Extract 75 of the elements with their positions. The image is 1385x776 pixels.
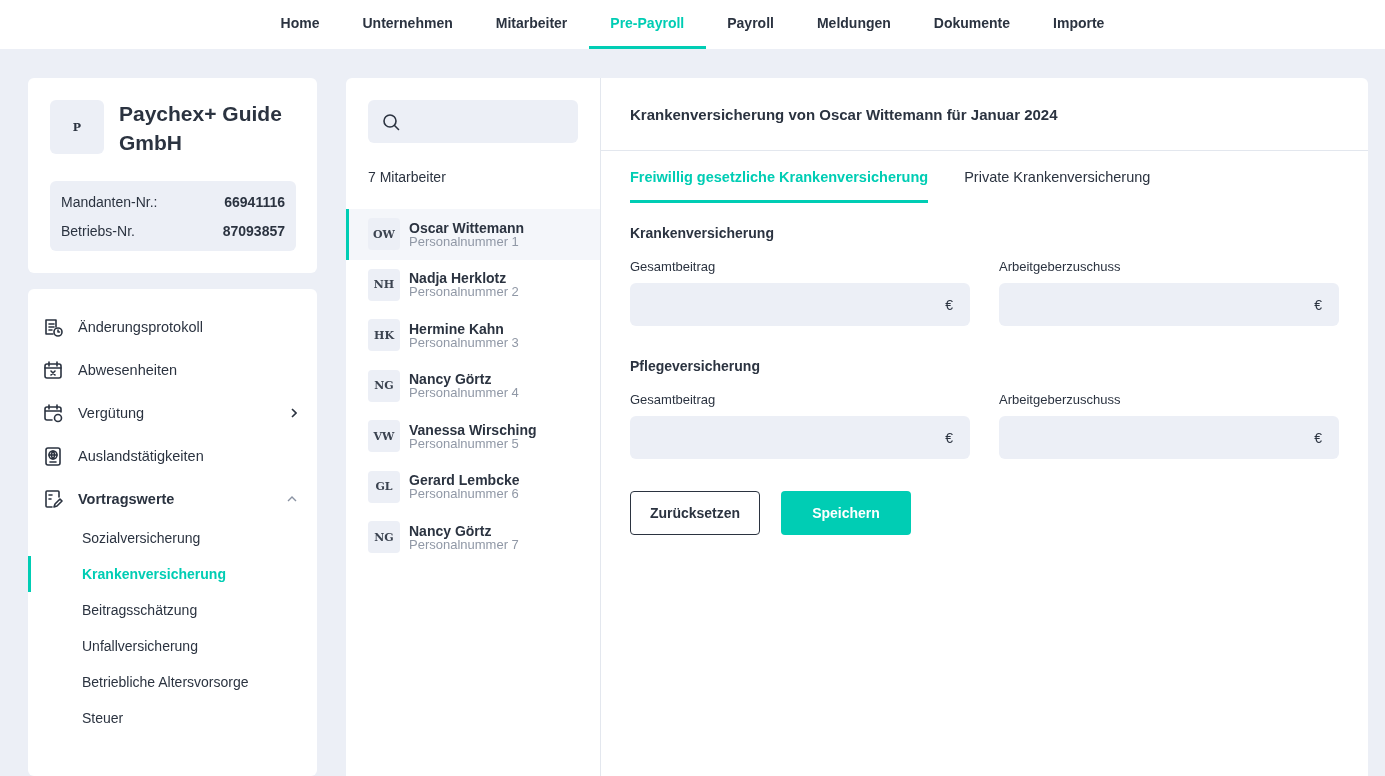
employee-item[interactable]: NG Nancy Görtz Personalnummer 7	[346, 512, 600, 563]
employee-name: Gerard Lembcke	[409, 473, 520, 488]
avatar: OW	[368, 218, 400, 251]
field-label: Arbeitgeberzuschuss	[999, 392, 1122, 407]
detail-value: 87093857	[222, 222, 285, 241]
chevron-right-icon	[291, 407, 297, 418]
nav-tab[interactable]: Home	[259, 0, 341, 49]
currency-unit: €	[945, 296, 953, 313]
input-field[interactable]: €	[999, 416, 1339, 459]
employee-name: Nancy Görtz	[409, 372, 492, 387]
avatar: GL	[368, 470, 400, 503]
employee-item[interactable]: GL Gerard Lembcke Personalnummer 6	[346, 461, 600, 512]
employee-item[interactable]: HK Hermine Kahn Personalnummer 3	[346, 310, 600, 361]
avatar: NG	[368, 521, 400, 554]
tab[interactable]: Private Krankenversicherung	[964, 151, 1151, 203]
input-field[interactable]: €	[999, 283, 1339, 326]
submenu-item[interactable]: Unfallversicherung	[28, 628, 317, 664]
nav-tab[interactable]: Meldungen	[795, 0, 913, 49]
company-name: Paychex+ Guide GmbH	[119, 101, 283, 156]
input-field[interactable]: €	[630, 283, 970, 326]
field-label: Arbeitgeberzuschuss	[999, 259, 1122, 274]
detail-value: 66941116	[224, 193, 285, 212]
employee-item[interactable]: NG Nancy Görtz Personalnummer 4	[346, 360, 600, 411]
nav-tab[interactable]: Unternehmen	[341, 0, 475, 49]
employee-number: Personalnummer 1	[409, 234, 520, 248]
detail-label: Mandanten-Nr.:	[61, 193, 158, 212]
sidebar-item[interactable]: Vortragswerte	[28, 477, 317, 520]
company-logo: P	[50, 100, 104, 154]
currency-unit: €	[1314, 429, 1322, 446]
passport-globe-icon	[43, 445, 63, 466]
document-pen-icon	[43, 488, 63, 509]
sidebar-item[interactable]: Vergütung	[28, 391, 317, 434]
currency-unit: €	[945, 429, 953, 446]
employee-name: Nadja Herklotz	[409, 271, 507, 286]
employee-number: Personalnummer 5	[409, 436, 519, 450]
employee-number: Personalnummer 6	[409, 487, 520, 501]
employee-item[interactable]: VW Vanessa Wirsching Personalnummer 5	[346, 411, 600, 462]
avatar: VW	[368, 420, 400, 453]
submenu-item[interactable]: Beitragsschätzung	[28, 592, 317, 628]
section-title: Krankenversicherung	[630, 225, 775, 241]
employee-name: Vanessa Wirsching	[409, 422, 537, 437]
avatar: NH	[368, 268, 400, 301]
field-label: Gesamtbeitrag	[630, 392, 717, 407]
sidebar-item[interactable]: Auslandstätigkeiten	[28, 434, 317, 477]
submenu-item[interactable]: Steuer	[28, 700, 317, 736]
search-icon	[382, 112, 400, 131]
chevron-up-icon	[287, 495, 297, 502]
nav-tab[interactable]: Dokumente	[912, 0, 1032, 49]
employee-name: Hermine Kahn	[409, 321, 505, 336]
panel-title: Krankenversicherung von Oscar Wittemann für Januar 2024	[601, 78, 1368, 151]
submenu-item[interactable]: Betriebliche Altersvorsorge	[28, 664, 317, 700]
search-field[interactable]	[368, 100, 578, 143]
nav-tab[interactable]: Importe	[1031, 0, 1126, 49]
avatar: HK	[368, 319, 400, 352]
employee-name: Nancy Görtz	[409, 523, 492, 538]
currency-unit: €	[1314, 296, 1322, 313]
employee-number: Personalnummer 7	[409, 537, 519, 551]
employee-number: Personalnummer 3	[409, 335, 519, 349]
sidebar-item[interactable]: Änderungsprotokoll	[28, 305, 317, 348]
detail-label: Betriebs-Nr.	[61, 222, 135, 241]
employee-item[interactable]: OW Oscar Wittemann Personalnummer 1	[346, 209, 600, 260]
employee-name: Oscar Wittemann	[409, 220, 524, 235]
sidebar-item[interactable]: Abwesenheiten	[28, 348, 317, 391]
employee-count: 7 Mitarbeiter	[367, 168, 447, 184]
calendar-icon	[43, 359, 63, 380]
submenu-item[interactable]: Sozialversicherung	[28, 520, 317, 556]
nav-tab[interactable]: Mitarbeiter	[474, 0, 589, 49]
avatar: NG	[368, 369, 400, 402]
nav-tab[interactable]: Payroll	[705, 0, 796, 49]
reset-button[interactable]: Zurücksetzen	[630, 491, 760, 535]
input-field[interactable]: €	[630, 416, 970, 459]
employee-item[interactable]: NH Nadja Herklotz Personalnummer 2	[346, 259, 600, 310]
field-label: Gesamtbeitrag	[630, 259, 717, 274]
document-clock-icon	[43, 316, 63, 337]
section-title: Pflegeversicherung	[630, 358, 761, 374]
